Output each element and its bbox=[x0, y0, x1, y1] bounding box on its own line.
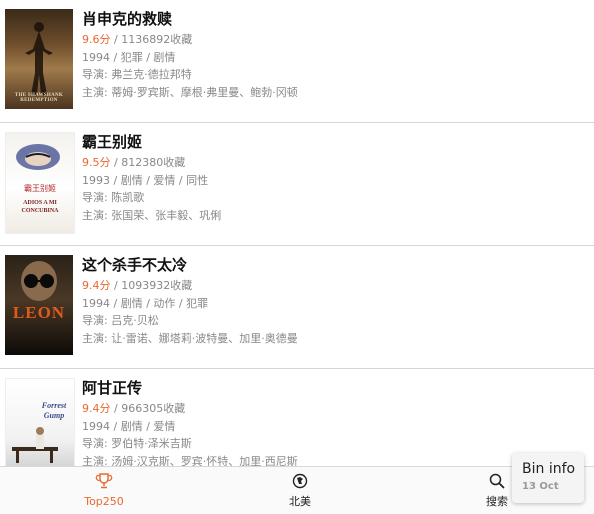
movie-rating: 9.4分 / 966305收藏 bbox=[82, 400, 298, 418]
poster-figure: 霸王别姬 bbox=[16, 144, 60, 193]
poster-figure bbox=[12, 427, 58, 463]
trophy-icon bbox=[74, 471, 134, 491]
tab-label: 北美 bbox=[289, 495, 311, 508]
movie-cast: 主演: 蒂姆·罗宾斯、摩根·弗里曼、鲍勃·冈顿 bbox=[82, 85, 298, 99]
movie-row[interactable]: THE SHAWSHANK REDEMPTION 肖申克的救赎 9.6分 / 1… bbox=[0, 0, 594, 123]
tab-north-america[interactable]: 北美 bbox=[270, 471, 330, 509]
tab-label: Top250 bbox=[84, 495, 124, 508]
movie-poster: Forrest Gump bbox=[5, 378, 75, 480]
collection-count: / 1093932收藏 bbox=[110, 279, 193, 292]
movie-director: 导演: 弗兰克·德拉邦特 bbox=[82, 68, 192, 81]
rating-score: 9.5分 bbox=[82, 156, 111, 169]
movie-title[interactable]: 霸王别姬 bbox=[82, 132, 221, 154]
movie-row[interactable]: LEON 这个杀手不太冷 9.4分 / 1093932收藏 1994 / 剧情 … bbox=[0, 246, 594, 369]
poster-text: Forrest Gump bbox=[41, 401, 67, 420]
rating-score: 9.6分 bbox=[82, 33, 111, 46]
movie-poster: LEON bbox=[5, 255, 73, 355]
globe-icon bbox=[270, 471, 330, 491]
movie-director: 导演: 陈凯歌 bbox=[82, 191, 145, 204]
rating-score: 9.4分 bbox=[82, 279, 111, 292]
poster-text: LEON bbox=[12, 303, 66, 322]
svg-text:霸王别姬: 霸王别姬 bbox=[24, 183, 56, 193]
movie-cast: 主演: 让·雷诺、娜塔莉·波特曼、加里·奥德曼 bbox=[82, 331, 298, 345]
movie-meta: 1993 / 剧情 / 爱情 / 同性 bbox=[82, 173, 209, 187]
movie-meta: 1994 / 剧情 / 爱情 bbox=[82, 419, 176, 433]
tab-top250[interactable]: Top250 bbox=[74, 471, 134, 509]
movie-title[interactable]: 阿甘正传 bbox=[82, 378, 298, 400]
rating-score: 9.4分 bbox=[82, 402, 111, 415]
tab-bar: Top250 北美 搜索 bbox=[0, 466, 594, 514]
bin-info-date: 13 Oct bbox=[522, 481, 559, 492]
poster-text: THE SHAWSHANK REDEMPTION bbox=[14, 93, 64, 103]
movie-meta: 1994 / 犯罪 / 剧情 bbox=[82, 50, 176, 64]
movie-title[interactable]: 这个杀手不太冷 bbox=[82, 255, 298, 277]
movie-rating: 9.4分 / 1093932收藏 bbox=[82, 277, 298, 295]
bin-info-title: Bin info bbox=[522, 461, 576, 477]
movie-rating: 9.5分 / 812380收藏 bbox=[82, 154, 221, 172]
movie-poster: 霸王别姬 ADIOS A MI CONCUBINA bbox=[5, 132, 75, 234]
collection-count: / 1136892收藏 bbox=[110, 33, 193, 46]
movie-row[interactable]: 霸王别姬 ADIOS A MI CONCUBINA 霸王别姬 9.5分 / 81… bbox=[0, 123, 594, 246]
poster-text: ADIOS A MI CONCUBINA bbox=[21, 200, 59, 214]
movie-rating: 9.6分 / 1136892收藏 bbox=[82, 31, 298, 49]
movie-cast: 主演: 张国荣、张丰毅、巩俐 bbox=[82, 208, 222, 222]
collection-count: / 812380收藏 bbox=[110, 156, 186, 169]
movie-poster: THE SHAWSHANK REDEMPTION bbox=[5, 9, 73, 109]
collection-count: / 966305收藏 bbox=[110, 402, 186, 415]
movie-title[interactable]: 肖申克的救赎 bbox=[82, 9, 298, 31]
movie-meta: 1994 / 剧情 / 动作 / 犯罪 bbox=[82, 296, 209, 310]
movie-director: 导演: 罗伯特·泽米吉斯 bbox=[82, 437, 192, 450]
bin-info-widget[interactable]: Bin info 13 Oct bbox=[512, 453, 584, 503]
movie-director: 导演: 吕克·贝松 bbox=[82, 314, 159, 327]
